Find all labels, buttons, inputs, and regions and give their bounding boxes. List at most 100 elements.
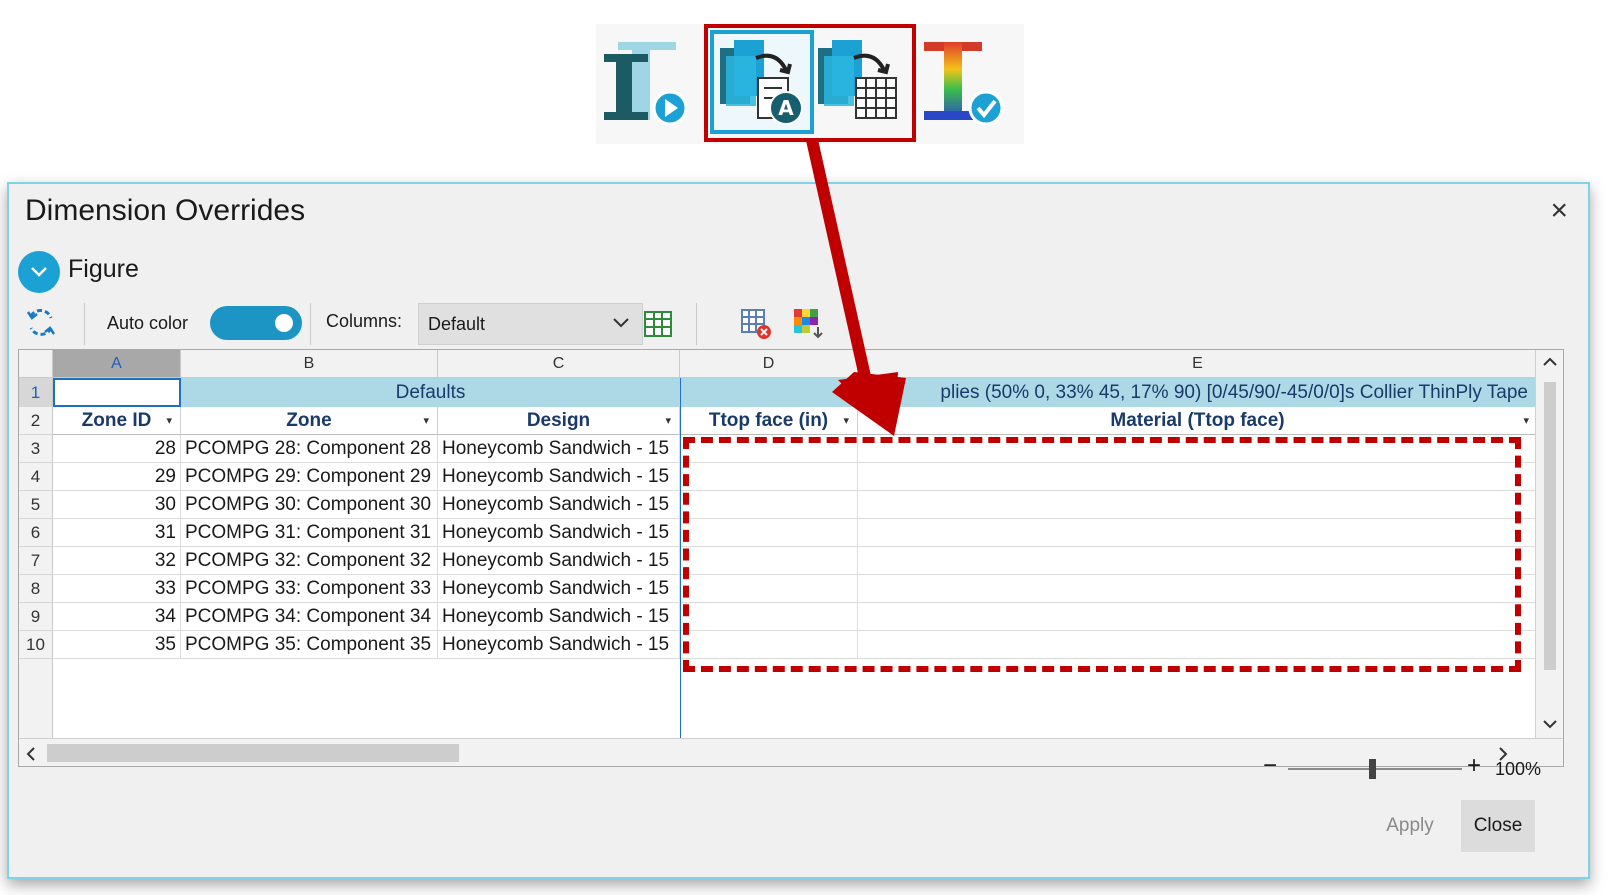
cell-zone[interactable]: PCOMPG 28: Component 28 (181, 435, 438, 463)
selected-cell-a1[interactable] (53, 378, 181, 407)
cell-zone-id[interactable]: 33 (53, 575, 181, 603)
cell-design[interactable]: Honeycomb Sandwich - 15 (438, 547, 680, 575)
cell-zone[interactable]: PCOMPG 31: Component 31 (181, 519, 438, 547)
chevron-down-icon[interactable] (18, 251, 60, 293)
material-default-label: plies (50% 0, 33% 45, 17% 90) [0/45/90/-… (940, 382, 1528, 403)
filter-dropdown-icon[interactable]: ▾ (665, 407, 671, 435)
section-label-figure: Figure (68, 255, 139, 283)
cell-zone-id[interactable]: 32 (53, 547, 181, 575)
filter-dropdown-icon[interactable]: ▾ (1523, 407, 1529, 435)
header-ttop-face[interactable]: Ttop face (in) ▾ (680, 407, 858, 435)
filter-dropdown-icon[interactable]: ▾ (166, 407, 172, 435)
svg-text:A: A (778, 96, 794, 120)
vertical-scrollbar[interactable] (1535, 350, 1563, 740)
chevron-down-icon (613, 318, 629, 328)
cell-design[interactable]: Honeycomb Sandwich - 15 (438, 435, 680, 463)
cell-design[interactable]: Honeycomb Sandwich - 15 (438, 519, 680, 547)
table-import-icon[interactable] (814, 36, 906, 128)
zoom-slider-thumb[interactable] (1369, 759, 1376, 779)
cell-zone[interactable]: PCOMPG 33: Component 33 (181, 575, 438, 603)
apply-button[interactable]: Apply (1369, 800, 1451, 852)
toolbar-separator (310, 303, 311, 345)
column-header-e[interactable]: E (858, 350, 1538, 378)
refresh-icon[interactable] (24, 306, 58, 340)
cell-zone[interactable]: PCOMPG 29: Component 29 (181, 463, 438, 491)
cell-zone[interactable]: PCOMPG 32: Component 32 (181, 547, 438, 575)
cell-zone-id[interactable]: 34 (53, 603, 181, 631)
cell-zone[interactable]: PCOMPG 34: Component 34 (181, 603, 438, 631)
close-button[interactable]: Close (1461, 800, 1535, 852)
zoom-out-button[interactable]: − (1263, 752, 1277, 780)
run-analysis-icon[interactable] (602, 38, 692, 134)
cell-zone-id[interactable]: 35 (53, 631, 181, 659)
ribbon-icon-strip: A (596, 24, 1024, 144)
cell-design[interactable]: Honeycomb Sandwich - 15 (438, 631, 680, 659)
cell-zone[interactable]: PCOMPG 30: Component 30 (181, 491, 438, 519)
header-zone-id-label: Zone ID (81, 410, 152, 431)
cell-design[interactable]: Honeycomb Sandwich - 15 (438, 603, 680, 631)
row-header[interactable]: 10 (19, 631, 53, 659)
row-header[interactable]: 2 (19, 407, 53, 435)
zoom-level: 100% (1495, 759, 1542, 779)
clear-table-icon[interactable] (740, 307, 774, 341)
columns-label: Columns: (326, 311, 403, 331)
row-header[interactable]: 7 (19, 547, 53, 575)
column-header-b[interactable]: B (181, 350, 438, 378)
cell-zone-id[interactable]: 31 (53, 519, 181, 547)
columns-select-value: Default (428, 314, 486, 334)
cell-zone-id[interactable]: 30 (53, 491, 181, 519)
horizontal-scroll-thumb[interactable] (47, 744, 459, 762)
cell-design[interactable]: Honeycomb Sandwich - 15 (438, 575, 680, 603)
material-band: plies (50% 0, 33% 45, 17% 90) [0/45/90/-… (680, 378, 1538, 407)
check-icon[interactable] (922, 38, 1014, 134)
toggle-knob (275, 314, 293, 332)
header-design[interactable]: Design ▾ (438, 407, 680, 435)
row-header[interactable]: 8 (19, 575, 53, 603)
auto-color-toggle[interactable] (210, 306, 302, 340)
cell-zone-id[interactable]: 28 (53, 435, 181, 463)
header-material-ttop[interactable]: Material (Ttop face) ▾ (858, 407, 1538, 435)
column-header-c[interactable]: C (438, 350, 680, 378)
chevron-up-icon[interactable] (1542, 356, 1558, 368)
row-header-empty (19, 659, 53, 740)
header-ttop-face-label: Ttop face (in) (708, 410, 829, 431)
filter-dropdown-icon[interactable]: ▾ (423, 407, 429, 435)
column-header-d[interactable]: D (680, 350, 858, 378)
column-header-a[interactable]: A (53, 350, 181, 378)
row-header[interactable]: 9 (19, 603, 53, 631)
auto-table-icon[interactable]: A (716, 36, 808, 128)
color-export-icon[interactable] (792, 305, 828, 341)
row-header[interactable]: 3 (19, 435, 53, 463)
chevron-down-icon[interactable] (1542, 718, 1558, 730)
row-header[interactable]: 1 (19, 378, 53, 407)
header-zone[interactable]: Zone ▾ (181, 407, 438, 435)
cell-design[interactable]: Honeycomb Sandwich - 15 (438, 463, 680, 491)
cell-design[interactable]: Honeycomb Sandwich - 15 (438, 491, 680, 519)
header-design-label: Design (526, 410, 591, 431)
row-header[interactable]: 4 (19, 463, 53, 491)
data-grid[interactable]: A B C D E 1 2 3 4 5 6 7 8 9 10 Defaults … (18, 349, 1564, 767)
columns-select[interactable]: Default (418, 303, 643, 345)
vertical-scroll-thumb[interactable] (1544, 382, 1556, 670)
dimension-overrides-dialog: Dimension Overrides × Figure Auto color … (7, 182, 1590, 879)
dialog-title: Dimension Overrides (25, 194, 306, 227)
zoom-in-button[interactable]: + (1467, 752, 1481, 780)
highlight-dashed-box (683, 437, 1521, 672)
row-header[interactable]: 6 (19, 519, 53, 547)
columns-grid-icon[interactable] (643, 309, 673, 339)
toolbar-separator (84, 303, 85, 345)
defaults-band: Defaults (53, 378, 680, 407)
filter-dropdown-icon[interactable]: ▾ (843, 407, 849, 435)
horizontal-scrollbar[interactable] (19, 738, 1563, 766)
corner-header[interactable] (19, 350, 53, 378)
header-zone-id[interactable]: Zone ID ▾ (53, 407, 181, 435)
toolbar: Auto color Columns: Default (18, 299, 1558, 349)
row-header[interactable]: 5 (19, 491, 53, 519)
screenshot-root: A Dimension Overrides × Figure Auto colo… (0, 0, 1610, 895)
cell-zone[interactable]: PCOMPG 35: Component 35 (181, 631, 438, 659)
close-icon[interactable]: × (1550, 194, 1568, 228)
frozen-divider (680, 407, 681, 740)
header-zone-label: Zone (286, 410, 332, 431)
cell-zone-id[interactable]: 29 (53, 463, 181, 491)
chevron-left-icon[interactable] (25, 746, 37, 762)
